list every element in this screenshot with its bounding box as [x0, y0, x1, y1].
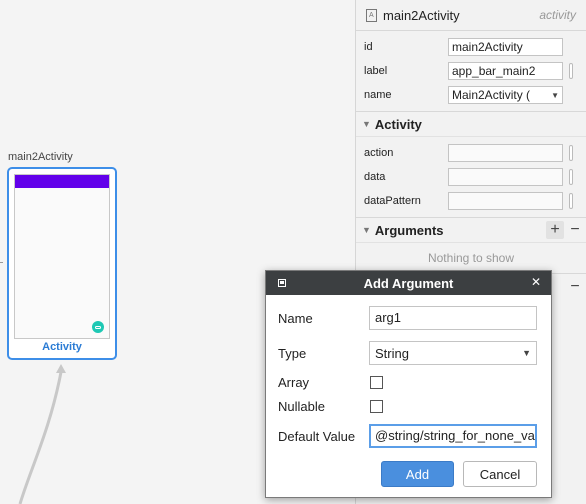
nullable-label: Nullable — [278, 399, 325, 414]
remove-argument-button[interactable]: − — [566, 221, 584, 239]
action-field[interactable] — [448, 144, 563, 162]
data-field[interactable] — [448, 168, 563, 186]
type-select[interactable]: String ▼ — [369, 341, 537, 365]
datapattern-field[interactable] — [448, 192, 563, 210]
default-value-label: Default Value — [278, 429, 356, 444]
section-title: Arguments — [374, 222, 444, 238]
data-browse-button[interactable] — [569, 169, 573, 185]
nullable-checkbox[interactable] — [370, 400, 383, 413]
prop-row-id: id main2Activity — [356, 35, 586, 59]
array-row: Array — [278, 375, 368, 390]
prop-label: id — [364, 41, 373, 53]
layout-file-icon — [366, 8, 377, 22]
chevron-down-icon: ▼ — [551, 90, 559, 100]
prop-row-data: data — [356, 165, 586, 189]
array-label: Array — [278, 375, 310, 390]
close-icon[interactable]: ✕ — [531, 275, 541, 289]
collapse-triangle-icon: ▼ — [362, 119, 371, 129]
nullable-row: Nullable — [278, 399, 368, 414]
array-checkbox[interactable] — [370, 376, 383, 389]
cancel-button[interactable]: Cancel — [463, 461, 537, 487]
type-label: Type — [278, 346, 307, 361]
prop-row-action: action — [356, 141, 586, 165]
label-browse-button[interactable] — [569, 63, 573, 79]
prop-row-datapattern: dataPattern — [356, 189, 586, 213]
window-icon — [278, 279, 286, 287]
default-value-row: Default Value — [278, 429, 368, 444]
prop-row-name: name Main2Activity ( ▼ — [356, 83, 586, 107]
name-select-value: Main2Activity ( — [452, 87, 531, 102]
name-select[interactable]: Main2Activity ( ▼ — [448, 86, 563, 104]
remove-button[interactable]: − — [566, 278, 584, 296]
name-input[interactable]: arg1 — [369, 306, 537, 330]
prop-label: label — [364, 65, 388, 77]
prop-label: dataPattern — [364, 195, 421, 207]
default-value-input[interactable]: @string/string_for_none_va — [369, 424, 537, 448]
panel-title: main2Activity — [383, 7, 460, 23]
id-field[interactable]: main2Activity — [448, 38, 563, 56]
arguments-empty-text: Nothing to show — [356, 243, 586, 273]
section-title: Activity — [374, 116, 422, 132]
name-row: Name — [278, 311, 368, 326]
collapse-triangle-icon: ▼ — [362, 225, 371, 235]
activity-section-header[interactable]: ▼ Activity — [356, 111, 586, 137]
add-argument-button[interactable]: + — [546, 221, 564, 239]
arguments-section-header[interactable]: ▼ Arguments + − — [356, 217, 586, 243]
action-browse-button[interactable] — [569, 145, 573, 161]
dialog-title-bar[interactable]: Add Argument ✕ — [266, 271, 551, 295]
datapattern-browse-button[interactable] — [569, 193, 573, 209]
type-select-value: String — [375, 345, 409, 361]
label-field[interactable]: app_bar_main2 — [448, 62, 563, 80]
type-row: Type — [278, 346, 368, 361]
dialog-title: Add Argument — [363, 275, 454, 291]
chevron-down-icon: ▼ — [522, 348, 531, 358]
prop-label: action — [364, 147, 394, 159]
name-label: Name — [278, 311, 313, 326]
prop-label: data — [364, 171, 386, 183]
panel-kind: activity — [539, 8, 576, 22]
panel-header: main2Activity activity — [356, 0, 586, 31]
prop-row-label: label app_bar_main2 — [356, 59, 586, 83]
add-argument-dialog: Add Argument ✕ Name arg1 Type String ▼ A… — [265, 270, 552, 498]
add-button[interactable]: Add — [381, 461, 454, 487]
prop-label: name — [364, 89, 392, 101]
